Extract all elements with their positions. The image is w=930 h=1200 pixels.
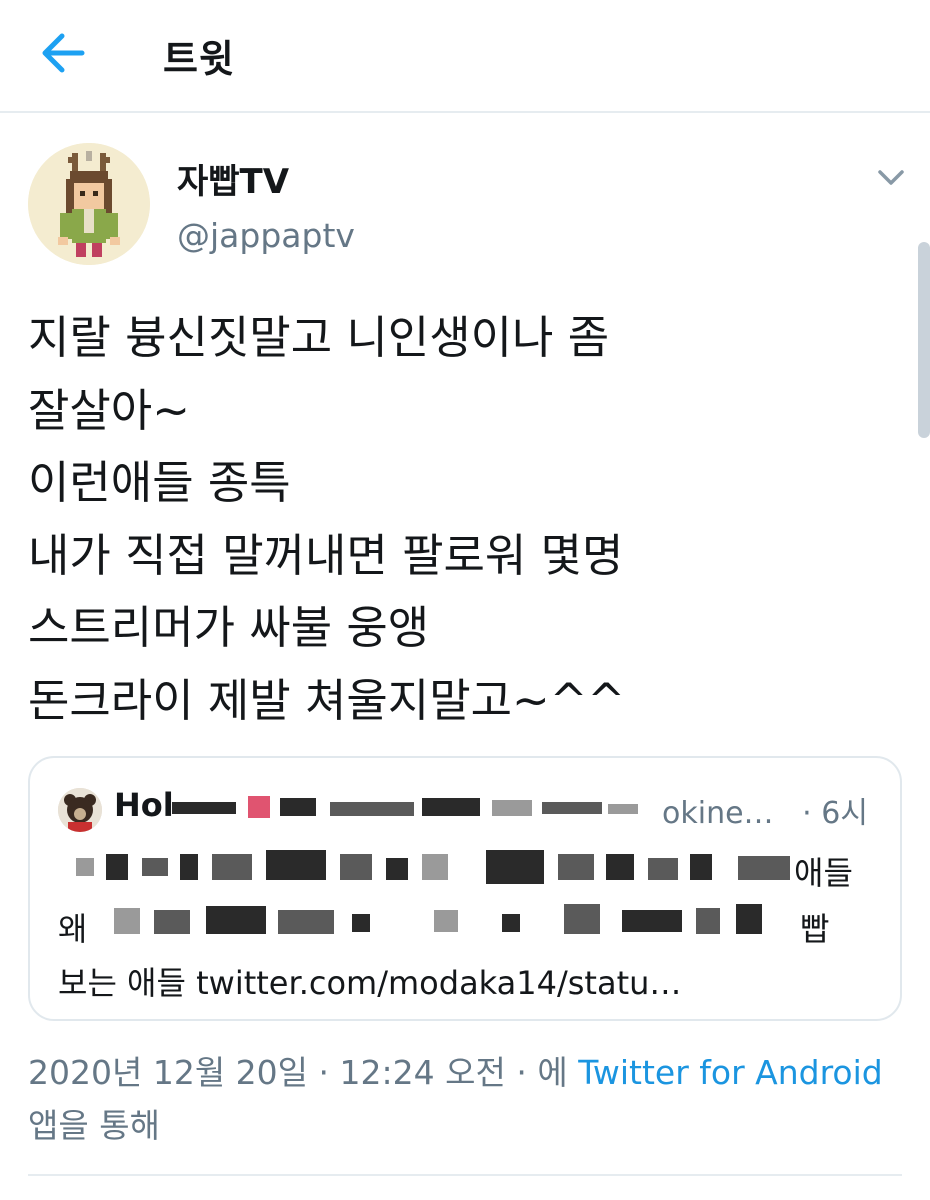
tweet-time: 12:24 오전	[339, 1053, 506, 1092]
redacted-pixel-block	[736, 904, 762, 934]
more-options-button[interactable]	[872, 162, 910, 192]
author-avatar[interactable]	[28, 143, 150, 265]
author-display-name[interactable]: 자빱TV	[177, 154, 289, 203]
quoted-author-handle: okine…	[662, 796, 774, 831]
redacted-pixel-block	[558, 854, 594, 880]
bear-avatar-image	[58, 788, 102, 832]
divider	[28, 1174, 902, 1176]
tweet-date: 2020년 12월 20일	[28, 1053, 309, 1092]
redacted-pixel-block	[266, 850, 326, 880]
redacted-pixel-block	[502, 914, 520, 932]
top-app-bar: 트윗	[0, 0, 930, 113]
tweet-text-line: 내가 직접 말꺼내면 팔로워 몇명	[28, 528, 624, 582]
redacted-pixel-block	[280, 798, 316, 816]
redacted-pixel-block	[206, 906, 266, 934]
quoted-tweet-text-fragment: 애들	[794, 854, 853, 892]
tweet-text-line: 돈크라이 제발 쳐울지말고~^^	[28, 673, 626, 727]
redacted-pixel-block	[608, 804, 638, 814]
redacted-pixel-block	[648, 858, 678, 880]
tweet-text-line: 잘살아~	[28, 383, 190, 437]
redacted-pixel-block	[114, 908, 140, 934]
redacted-pixel-block	[154, 910, 190, 934]
tweet-timestamp-source: 2020년 12월 20일 · 12:24 오전 · 에 Twitter for…	[28, 1053, 883, 1145]
pixel-character-avatar-image	[28, 143, 150, 265]
redacted-pixel-block	[422, 798, 480, 816]
tweet-body: 지랄 븅신짓말고 니인생이나 좀 잘살아~ 이런애들 종특 내가 직접 말꺼내면…	[28, 302, 898, 737]
page-title: 트윗	[163, 37, 235, 81]
redacted-pixel-block	[564, 904, 600, 934]
redacted-pixel-block	[248, 796, 270, 818]
redacted-pixel-block	[352, 914, 370, 932]
redacted-pixel-block	[696, 908, 720, 934]
via-prefix: 에	[537, 1053, 568, 1092]
redacted-pixel-block	[330, 802, 414, 816]
chevron-down-icon	[878, 170, 904, 185]
quoted-tweet-meta: okine… · 6시	[662, 788, 868, 832]
quoted-tweet-text-fragment: 빱	[800, 910, 830, 948]
redacted-pixel-block	[142, 858, 168, 876]
redacted-pixel-block	[278, 910, 334, 934]
quoted-tweet-time: · 6시	[802, 796, 868, 831]
redacted-pixel-block	[340, 854, 372, 880]
quoted-tweet-text-line: 보는 애들 twitter.com/modaka14/statu…	[58, 964, 682, 1002]
redacted-pixel-block	[690, 854, 712, 880]
quoted-tweet-card[interactable]: Hol okine… · 6시 애들 왜 빱 보는 애들 twitter.com…	[28, 756, 902, 1021]
redacted-pixel-block	[76, 858, 94, 876]
back-button[interactable]	[38, 30, 88, 76]
quoted-author-name: Hol	[114, 786, 174, 824]
redacted-pixel-block	[180, 854, 198, 880]
tweet-text-line: 지랄 븅신짓말고 니인생이나 좀	[28, 311, 610, 364]
quoted-tweet-text-fragment: 왜	[58, 910, 88, 948]
redacted-pixel-block	[386, 858, 408, 880]
redacted-pixel-block	[172, 802, 236, 814]
author-handle[interactable]: @jappaptv	[177, 216, 355, 255]
redacted-pixel-block	[606, 854, 634, 880]
redacted-pixel-block	[738, 856, 790, 880]
scrollbar-thumb[interactable]	[918, 242, 930, 438]
client-link[interactable]: Twitter for Android	[578, 1053, 883, 1092]
tweet-text-line: 이런애들 종특	[28, 456, 291, 509]
tweet-detail-screen: 트윗 자빱TV @jappaptv 지랄 븅신짓말고 니인생이나 좀 잘살아~ …	[0, 0, 930, 1200]
redacted-pixel-block	[492, 800, 532, 816]
redacted-pixel-block	[622, 910, 682, 932]
redacted-pixel-block	[434, 910, 458, 932]
tweet-text-line: 스트리머가 싸불 웅앵	[28, 601, 430, 654]
arrow-left-icon	[42, 33, 85, 73]
redacted-pixel-block	[486, 850, 544, 884]
quoted-author-avatar	[58, 788, 102, 832]
via-suffix: 앱을 통해	[28, 1106, 160, 1145]
redacted-pixel-block	[212, 854, 252, 880]
redacted-pixel-block	[422, 854, 448, 880]
redacted-pixel-block	[542, 802, 602, 814]
redacted-pixel-block	[106, 854, 128, 880]
